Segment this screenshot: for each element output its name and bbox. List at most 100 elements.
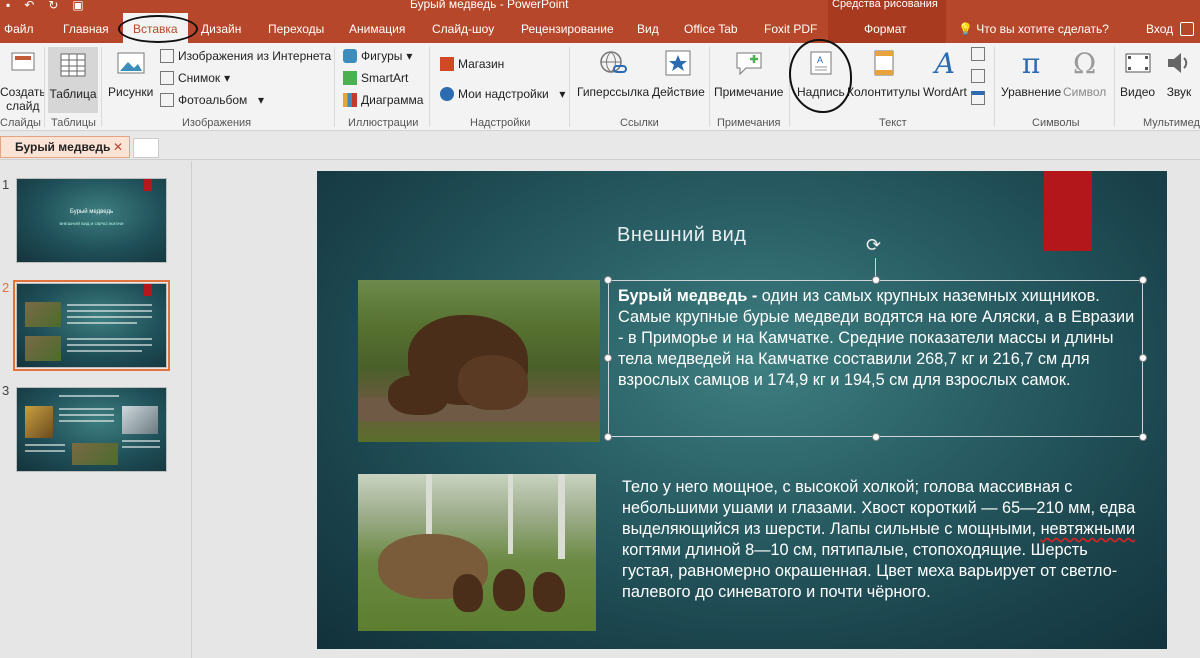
slide-title[interactable]: Внешний вид [617,224,746,247]
thumbnail-title: Бурый медведь [69,209,114,215]
bear-head [458,355,528,410]
thumbnail-text-line [59,395,119,397]
thumbnail-text-line [67,310,152,312]
tab-transitions[interactable]: Переходы [268,13,324,43]
textbox-icon: A [805,47,837,79]
sign-in-link[interactable]: Вход [1146,13,1173,46]
tab-review[interactable]: Рецензирование [521,13,614,43]
object-button[interactable] [971,91,985,105]
save-icon[interactable]: ▪ [6,0,10,12]
new-slide-button[interactable]: Создать слайд [0,47,46,113]
thumbnail-text-line [67,322,137,324]
resize-handle[interactable] [604,433,612,441]
slide-number: 1 [2,177,10,192]
tell-me-search[interactable]: 💡 Что вы хотите сделать? [958,13,1109,43]
group-separator [334,47,335,127]
tab-home[interactable]: Главная [63,13,109,43]
tab-view[interactable]: Вид [637,13,659,43]
share-icon[interactable] [1180,22,1194,36]
audio-button[interactable]: Звук [1163,47,1195,99]
dropdown-arrow-icon: ▾ [224,71,231,85]
smartart-button[interactable]: SmartArt [343,71,408,85]
object-icon [971,91,985,105]
thumbnail-text-line [67,350,142,352]
tab-design[interactable]: Дизайн [201,13,241,43]
store-button[interactable]: Магазин [440,57,504,71]
text-paragraph-1[interactable]: Бурый медведь - один из самых крупных на… [618,286,1138,391]
slide-canvas[interactable]: Внешний вид ⟳ Бурый медведь - один из са… [317,171,1167,649]
action-button[interactable]: Действие [652,47,705,99]
redo-icon[interactable]: ↻ [48,0,58,12]
tab-insert[interactable]: Вставка [123,13,188,43]
photo-album-label: Фотоальбом [178,93,248,107]
tab-foxit-pdf[interactable]: Foxit PDF [764,13,817,43]
my-addins-button[interactable]: Мои надстройки ▾ [440,87,565,101]
header-footer-icon [868,47,900,79]
photo-album-button[interactable]: Фотоальбом ▾ [160,93,264,107]
date-time-icon [971,47,985,61]
resize-handle[interactable] [604,354,612,362]
textbox-button[interactable]: A Надпись [797,47,845,99]
wordart-label: WordArt [923,85,967,99]
resize-handle[interactable] [1139,276,1147,284]
comment-button[interactable]: Примечание [714,47,783,99]
new-slide-icon [7,47,39,79]
header-footer-button[interactable]: Колонтитулы [847,47,920,99]
tab-animation[interactable]: Анимация [349,13,405,43]
new-slide-label: Создать [0,85,46,99]
table-button[interactable]: Таблица [48,47,98,113]
tab-file[interactable]: Файл [4,13,34,43]
group-separator [44,47,45,127]
bear-photo-2[interactable] [358,474,596,631]
shapes-button[interactable]: Фигуры ▾ [343,49,412,63]
close-icon[interactable]: ✕ [113,137,123,157]
tab-format[interactable]: Формат [864,13,907,43]
document-tab[interactable]: Бурый медведь ✕ [0,136,130,158]
my-addins-label: Мои надстройки [458,87,549,101]
resize-handle[interactable] [1139,433,1147,441]
equation-button[interactable]: π Уравнение [1001,46,1061,100]
rotate-handle-icon[interactable]: ⟳ [866,236,888,258]
resize-handle[interactable] [1139,354,1147,362]
bear-cub [453,574,483,612]
presenter-icon[interactable]: ▣ [72,0,83,12]
header-footer-label: Колонтитулы [847,85,921,99]
window-title: Бурый медведь - PowerPoint [410,0,569,11]
slide-thumbnail-3[interactable] [16,387,167,472]
pi-icon: π [1021,46,1041,80]
online-pictures-button[interactable]: Изображения из Интернета [160,49,331,63]
tab-office-tab[interactable]: Office Tab [684,13,738,43]
date-time-button[interactable] [971,47,985,61]
slide-number-button[interactable] [971,69,985,83]
new-tab-button[interactable] [133,138,159,158]
pictures-button[interactable]: Рисунки [108,47,153,99]
symbol-button[interactable]: Ω Символ [1063,47,1106,100]
thumbnail-subtitle: ВНЕШНИЙ ВИД И ОБРАЗ ЖИЗНИ [59,221,124,226]
hyperlink-button[interactable]: Гиперссылка [577,47,649,99]
video-icon [1122,47,1154,79]
slide-thumbnail-2[interactable] [13,280,170,371]
group-separator [429,47,430,127]
wordart-button[interactable]: A WordArt [923,47,967,100]
resize-handle[interactable] [872,433,880,441]
thumbnail-photo [122,406,158,434]
rotate-handle-stem [875,258,876,276]
resize-handle[interactable] [872,276,880,284]
chart-button[interactable]: Диаграмма [343,93,423,107]
group-separator [101,47,102,127]
shapes-label: Фигуры [361,49,403,63]
undo-icon[interactable]: ↶ [24,0,34,12]
bear-photo-1[interactable] [358,280,600,442]
text-paragraph-2[interactable]: Тело у него мощное, с высокой холкой; го… [622,477,1142,603]
thumbnail-text-line [59,414,114,416]
resize-handle[interactable] [604,276,612,284]
slide-thumbnail-1[interactable]: Бурый медведь ВНЕШНИЙ ВИД И ОБРАЗ ЖИЗНИ [16,178,167,263]
dropdown-arrow-icon: ▾ [406,49,413,63]
tab-slideshow[interactable]: Слайд-шоу [432,13,494,43]
table-label: Таблица [49,87,97,101]
video-button[interactable]: Видео [1120,47,1155,99]
snapshot-button[interactable]: Снимок ▾ [160,71,230,85]
comment-label: Примечание [714,85,784,99]
thumbnail-text-line [67,304,152,306]
group-label-addins: Надстройки [470,117,531,129]
